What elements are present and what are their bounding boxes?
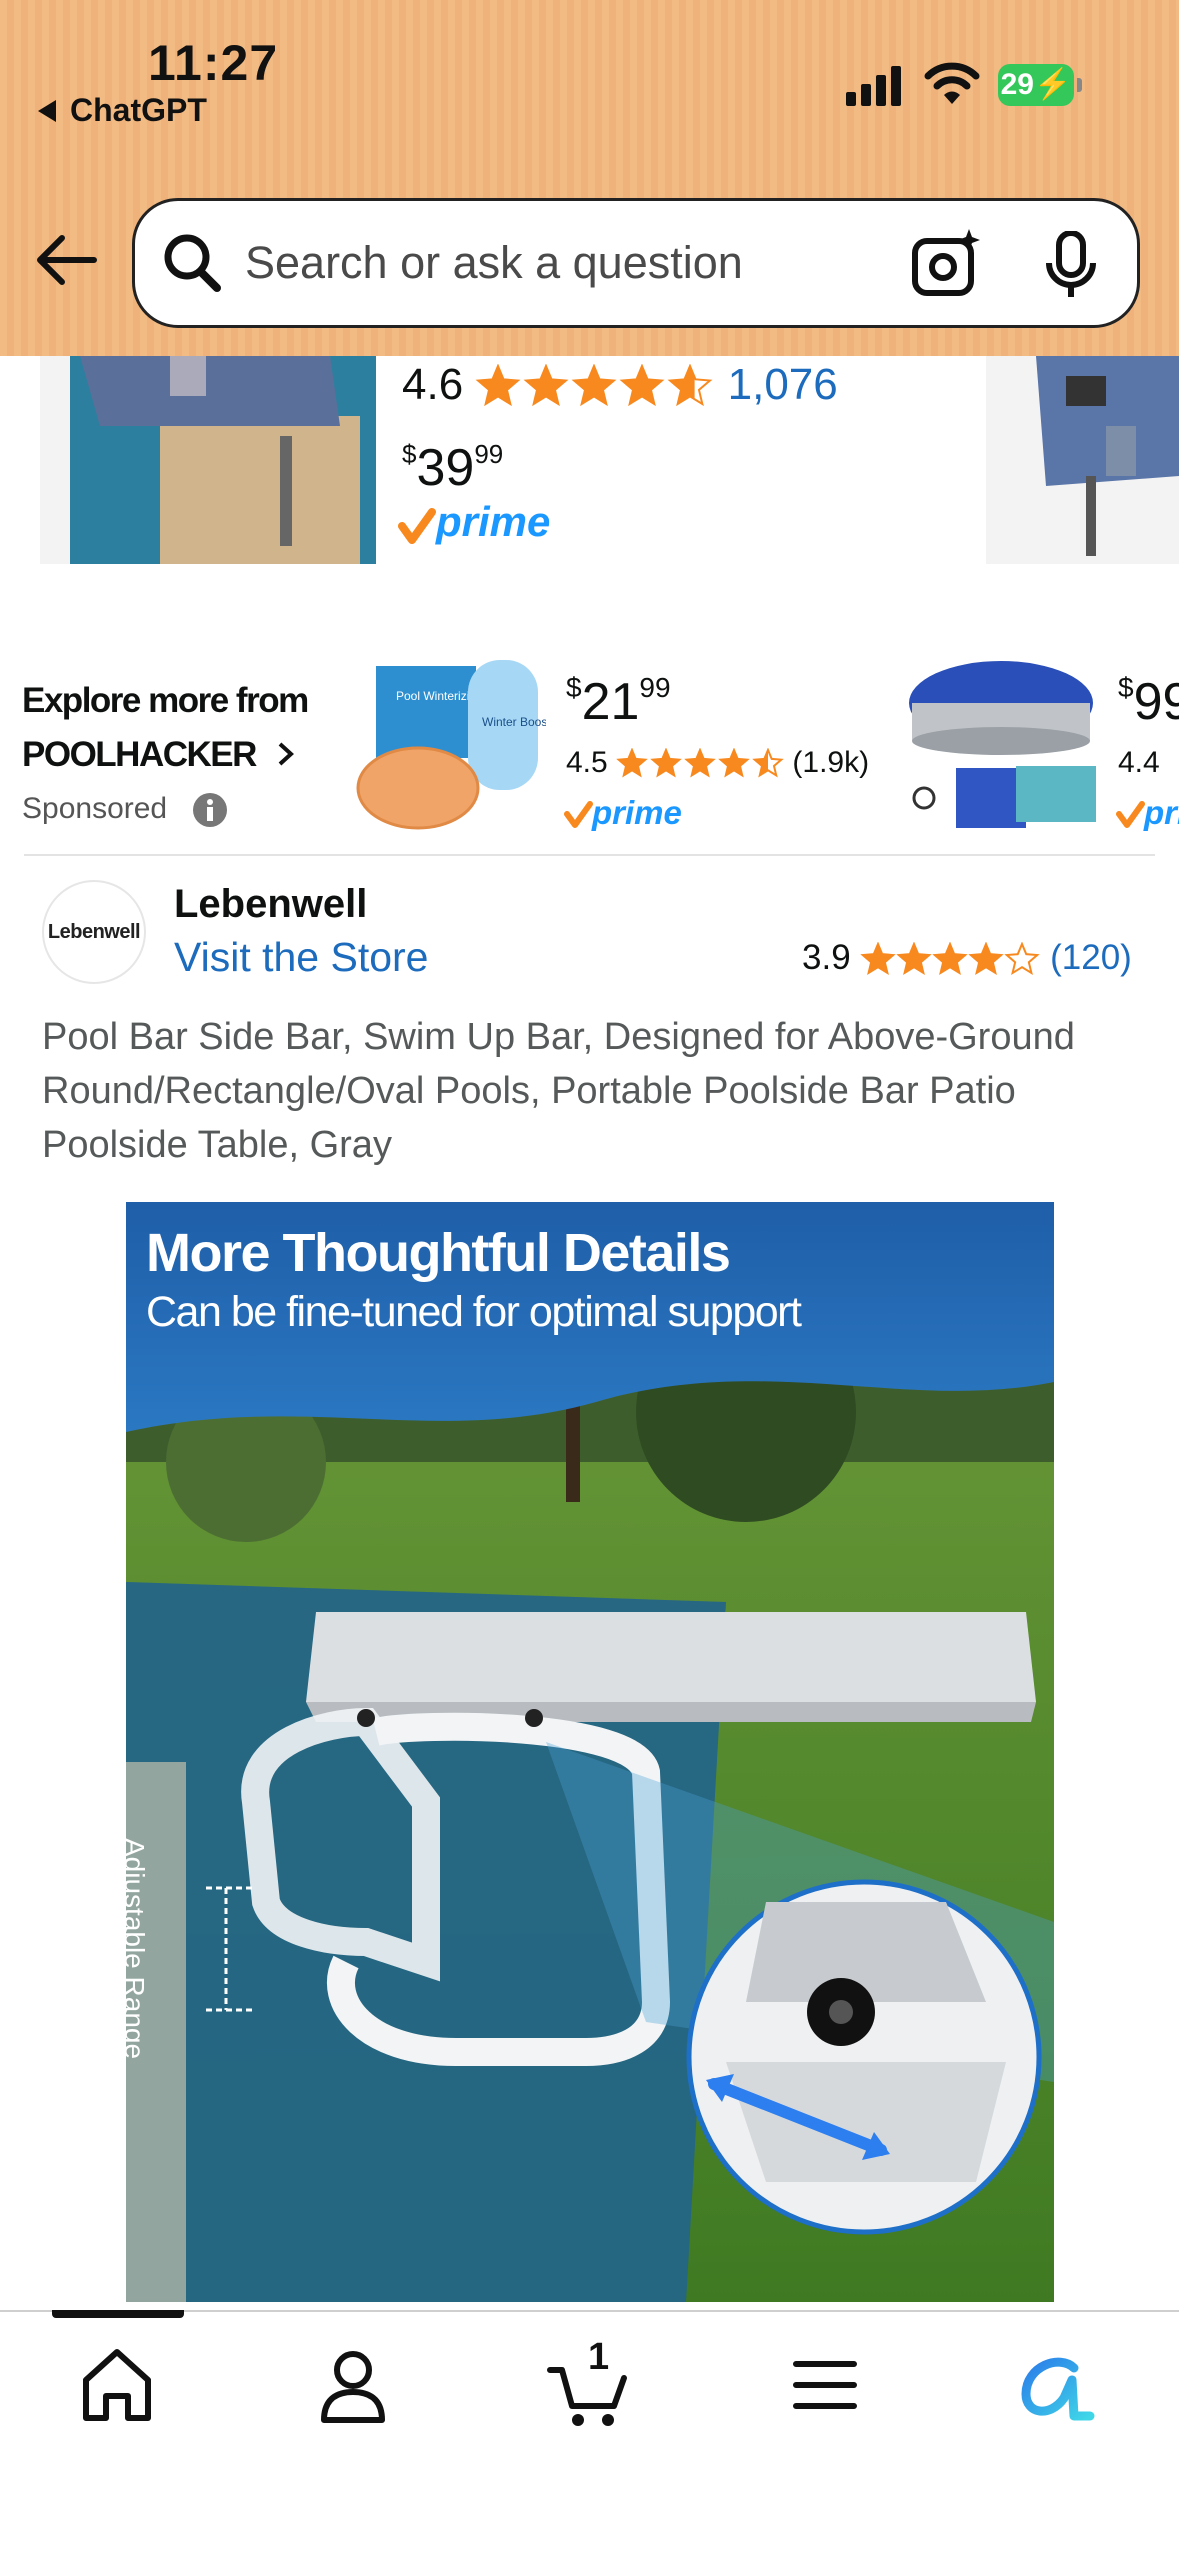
star-fill	[478, 366, 519, 405]
range-value: 2.35in-2.75in	[87, 1838, 118, 2000]
currency-symbol: $	[402, 439, 417, 469]
menu-icon[interactable]	[780, 2340, 870, 2430]
star-fill	[622, 366, 663, 405]
rating-value: 4.4	[1118, 746, 1160, 779]
star-fill	[526, 366, 567, 405]
product-rating-row[interactable]: 4.6 1,076	[402, 360, 838, 410]
price-fraction: 99	[474, 439, 504, 469]
hero-heading: More Thoughtful Details	[146, 1223, 731, 1283]
adjustable-range-label: Adjustable Range 2.35in-2.75in	[86, 1838, 150, 2158]
brand-name: Lebenwell	[174, 882, 368, 926]
battery-indicator: 29⚡	[998, 64, 1074, 106]
sponsored-product-image-2[interactable]	[906, 658, 1106, 838]
chevron-right-icon	[278, 742, 295, 766]
prime-text: prime	[1143, 794, 1179, 831]
rufus-assistant-icon[interactable]	[1012, 2340, 1102, 2430]
sponsored-brand-title[interactable]: Explore more from POOLHACKER	[22, 674, 342, 782]
status-time: 11:27	[148, 35, 279, 91]
star-fill	[935, 943, 966, 973]
search-icon[interactable]	[163, 233, 221, 293]
range-label: Adjustable Range	[119, 1838, 150, 2060]
rating-stars-icon	[475, 363, 713, 407]
explore-brand: POOLHACKER	[22, 735, 257, 774]
sponsored-price-1: $2199	[566, 672, 671, 732]
star-fill	[618, 750, 646, 776]
review-count-link[interactable]: 1,076	[728, 360, 838, 409]
rating-stars-icon	[860, 941, 1041, 975]
active-tab-indicator	[52, 2310, 184, 2318]
star-fill	[652, 750, 680, 776]
battery-tip	[1077, 78, 1082, 92]
prime-badge: prime	[1116, 794, 1179, 839]
sponsored-product-image-1[interactable]: Pool Winterizing Kit Winter Boost	[356, 660, 546, 838]
rating-value: 4.5	[566, 746, 608, 779]
rating-value: 3.9	[802, 938, 851, 977]
product-hero-image[interactable]	[126, 1202, 1054, 2302]
rating-count-link[interactable]: (120)	[1050, 938, 1132, 977]
product-price: $3999	[402, 438, 503, 498]
star-fill	[686, 750, 714, 776]
price-whole: 99	[1133, 673, 1179, 731]
charging-bolt-icon: ⚡	[1034, 68, 1072, 101]
search-input[interactable]	[245, 235, 825, 291]
back-app-label: ChatGPT	[70, 92, 207, 128]
cart-count-badge: 1	[588, 2336, 610, 2378]
boost-bottle-label: Winter Boost	[482, 715, 546, 729]
currency-symbol: $	[1118, 672, 1134, 703]
wifi-icon	[924, 62, 980, 104]
rating-count: (1.9k)	[792, 746, 870, 779]
star-fill	[720, 750, 748, 776]
star-outline	[1004, 941, 1041, 975]
prime-badge: prime	[398, 498, 568, 555]
prime-badge: prime	[564, 794, 704, 839]
product-thumbnail-right[interactable]	[986, 356, 1179, 564]
star-fill	[863, 943, 894, 973]
star-fill	[574, 366, 615, 405]
explore-line1: Explore more from	[22, 681, 309, 720]
visit-store-link[interactable]: Visit the Store	[174, 934, 429, 981]
sponsored-label: Sponsored	[22, 792, 168, 825]
product-thumbnail-left[interactable]	[40, 356, 376, 564]
prime-text: prime	[591, 794, 682, 831]
price-whole: 39	[416, 439, 475, 497]
cellular-signal-icon	[846, 66, 901, 106]
back-to-app-link[interactable]: ChatGPT	[38, 92, 207, 129]
sponsored-rating-2: 4.4	[1118, 746, 1160, 780]
rating-stars-icon	[616, 747, 784, 778]
price-whole: 21	[581, 673, 640, 731]
store-logo[interactable]: Lebenwell	[42, 880, 146, 984]
divider	[24, 854, 1155, 856]
sponsored-rating-1: 4.5 (1.9k)	[566, 746, 869, 780]
store-rating[interactable]: 3.9 (120)	[802, 938, 1132, 978]
price-fraction: 99	[639, 672, 671, 703]
back-triangle-icon	[38, 100, 56, 122]
product-title: Pool Bar Side Bar, Swim Up Bar, Designed…	[42, 1016, 1075, 1166]
currency-symbol: $	[566, 672, 582, 703]
star-fill	[971, 943, 1001, 973]
star-fill	[899, 943, 930, 973]
prime-text: prime	[435, 498, 550, 545]
hero-subheading: Can be fine-tuned for optimal support	[146, 1288, 802, 1336]
battery-level: 29	[1000, 68, 1034, 101]
camera-search-icon[interactable]	[911, 229, 981, 297]
back-arrow-icon[interactable]	[34, 234, 98, 286]
microphone-icon[interactable]	[1043, 231, 1099, 301]
info-icon[interactable]	[192, 792, 228, 828]
sponsored-price-2: $99	[1118, 672, 1179, 732]
account-icon[interactable]	[308, 2340, 398, 2430]
home-icon[interactable]	[72, 2340, 162, 2430]
search-bar[interactable]	[132, 198, 1140, 328]
rating-value: 4.6	[402, 360, 464, 409]
